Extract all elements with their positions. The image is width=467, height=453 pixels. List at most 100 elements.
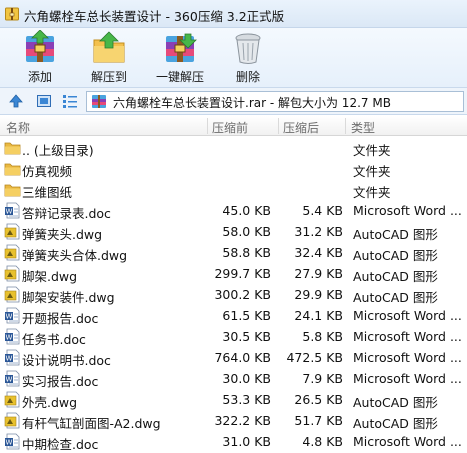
file-compressed-size: 27.9 KB <box>294 266 343 281</box>
column-divider[interactable] <box>345 118 346 134</box>
file-packed-size: 764.0 KB <box>214 350 271 365</box>
file-type: 文件夹 <box>353 185 391 200</box>
file-row[interactable]: .. (上级目录) 文件夹 <box>0 137 467 158</box>
trash-icon <box>235 33 261 64</box>
file-packed-size: 322.2 KB <box>214 413 271 428</box>
file-name: 中期检查.doc <box>22 437 99 452</box>
extract-to-button[interactable]: 解压到 <box>80 28 138 88</box>
file-row[interactable]: W 开题报告.doc 61.5 KB 24.1 KB Microsoft Word ..… <box>0 305 467 326</box>
file-row[interactable]: 外壳.dwg 53.3 KB 26.5 KB AutoCAD 图形 <box>0 389 467 410</box>
file-compressed-size: 32.4 KB <box>294 245 343 260</box>
one-click-extract-label: 一键解压 <box>155 70 204 84</box>
file-name: 仿真视频 <box>22 164 73 179</box>
file-type: AutoCAD 图形 <box>353 269 438 284</box>
file-row[interactable]: W 实习报告.doc 30.0 KB 7.9 KB Microsoft Word ... <box>0 368 467 389</box>
file-packed-size: 30.5 KB <box>222 329 271 344</box>
file-packed-size: 58.8 KB <box>222 245 271 260</box>
file-packed-size: 53.3 KB <box>222 392 271 407</box>
file-list: .. (上级目录) 文件夹 仿真视频 文件夹 三维图纸 文件夹 W 答辩记录表.doc 45.0… <box>0 137 467 453</box>
file-name: 脚架.dwg <box>22 269 78 284</box>
file-compressed-size: 472.5 KB <box>286 350 343 365</box>
file-compressed-size: 24.1 KB <box>294 308 343 323</box>
add-label: 添加 <box>27 70 52 84</box>
file-name: 有杆气缸剖面图-A2.dwg <box>22 416 161 431</box>
file-row[interactable]: 仿真视频 文件夹 <box>0 158 467 179</box>
file-row[interactable]: 有杆气缸剖面图-A2.dwg 322.2 KB 51.7 KB AutoCAD 图形 <box>0 410 467 431</box>
file-row[interactable]: W 答辩记录表.doc 45.0 KB 5.4 KB Microsoft Word ..… <box>0 200 467 221</box>
file-compressed-size: 29.9 KB <box>294 287 343 302</box>
address-field[interactable]: 六角螺栓车总长装置设计.rar - 解包大小为 12.7 MB <box>86 91 464 112</box>
file-name: 三维图纸 <box>22 185 73 200</box>
svg-text:W: W <box>6 208 13 216</box>
svg-text:W: W <box>6 439 13 447</box>
file-packed-size: 58.0 KB <box>222 224 271 239</box>
file-type: AutoCAD 图形 <box>353 290 438 305</box>
extract-folder-icon <box>93 31 125 63</box>
file-name: 弹簧夹头合体.dwg <box>22 248 128 263</box>
file-type: AutoCAD 图形 <box>353 395 438 410</box>
delete-label: 删除 <box>235 70 260 84</box>
file-compressed-size: 5.8 KB <box>302 329 343 344</box>
large-icons-view-icon[interactable] <box>36 93 52 109</box>
file-type: Microsoft Word ... <box>353 203 462 218</box>
column-divider[interactable] <box>278 118 279 134</box>
add-archive-icon <box>26 30 54 62</box>
archive-file-icon <box>92 95 106 108</box>
svg-text:W: W <box>6 376 13 384</box>
file-row[interactable]: W 任务书.doc 30.5 KB 5.8 KB Microsoft Word ... <box>0 326 467 347</box>
file-row[interactable]: W 中期检查.doc 31.0 KB 4.8 KB Microsoft Word ... <box>0 431 467 452</box>
file-compressed-size: 26.5 KB <box>294 392 343 407</box>
one-click-extract-icon <box>166 33 197 62</box>
file-row[interactable]: 弹簧夹头合体.dwg 58.8 KB 32.4 KB AutoCAD 图形 <box>0 242 467 263</box>
delete-button[interactable]: 删除 <box>224 28 272 88</box>
svg-text:W: W <box>6 313 13 321</box>
column-size[interactable]: 压缩后 <box>283 119 319 136</box>
file-type: Microsoft Word ... <box>353 434 462 449</box>
dwg-file-icon <box>4 223 21 240</box>
column-name[interactable]: 名称 <box>6 119 30 136</box>
file-packed-size: 30.0 KB <box>222 371 271 386</box>
file-row[interactable]: W 设计说明书.doc 764.0 KB 472.5 KB Microsoft Word… <box>0 347 467 368</box>
file-type: 文件夹 <box>353 143 391 158</box>
file-packed-size: 45.0 KB <box>222 203 271 218</box>
column-packed[interactable]: 压缩前 <box>212 119 248 136</box>
file-name: .. (上级目录) <box>22 143 94 158</box>
folder-icon <box>4 181 21 198</box>
word-doc-icon: W <box>4 370 21 387</box>
one-click-extract-button[interactable]: 一键解压 <box>148 28 212 88</box>
file-row[interactable]: 脚架安装件.dwg 300.2 KB 29.9 KB AutoCAD 图形 <box>0 284 467 305</box>
window-title: 六角螺栓车总长装置设计 - 360压缩 3.2正式版 <box>24 9 285 24</box>
word-doc-icon: W <box>4 202 21 219</box>
file-name: 开题报告.doc <box>22 311 99 326</box>
file-type: AutoCAD 图形 <box>353 248 438 263</box>
file-compressed-size: 31.2 KB <box>294 224 343 239</box>
file-packed-size: 31.0 KB <box>222 434 271 449</box>
file-name: 实习报告.doc <box>22 374 99 389</box>
svg-text:W: W <box>6 355 13 363</box>
folder-icon <box>4 139 21 156</box>
up-arrow-icon[interactable] <box>8 93 24 109</box>
list-view-icon[interactable] <box>62 93 78 109</box>
file-row[interactable]: 脚架.dwg 299.7 KB 27.9 KB AutoCAD 图形 <box>0 263 467 284</box>
file-packed-size: 61.5 KB <box>222 308 271 323</box>
extract-to-label: 解压到 <box>90 70 127 84</box>
toolbar: 添加 解压到 一键解压 删除 <box>0 28 467 88</box>
file-type: 文件夹 <box>353 164 391 179</box>
file-row[interactable]: 三维图纸 文件夹 <box>0 179 467 200</box>
file-row[interactable]: 弹簧夹头.dwg 58.0 KB 31.2 KB AutoCAD 图形 <box>0 221 467 242</box>
address-bar: 六角螺栓车总长装置设计.rar - 解包大小为 12.7 MB <box>0 88 467 115</box>
file-type: Microsoft Word ... <box>353 308 462 323</box>
file-name: 弹簧夹头.dwg <box>22 227 103 242</box>
column-divider[interactable] <box>207 118 208 134</box>
file-compressed-size: 5.4 KB <box>302 203 343 218</box>
file-packed-size: 299.7 KB <box>214 266 271 281</box>
title-bar: 六角螺栓车总长装置设计 - 360压缩 3.2正式版 <box>0 0 467 28</box>
file-type: AutoCAD 图形 <box>353 416 438 431</box>
file-compressed-size: 7.9 KB <box>302 371 343 386</box>
column-type[interactable]: 类型 <box>351 119 375 136</box>
file-compressed-size: 51.7 KB <box>294 413 343 428</box>
file-name: 答辩记录表.doc <box>22 206 111 221</box>
add-button[interactable]: 添加 <box>12 28 68 88</box>
word-doc-icon: W <box>4 433 21 450</box>
file-name: 设计说明书.doc <box>22 353 111 368</box>
